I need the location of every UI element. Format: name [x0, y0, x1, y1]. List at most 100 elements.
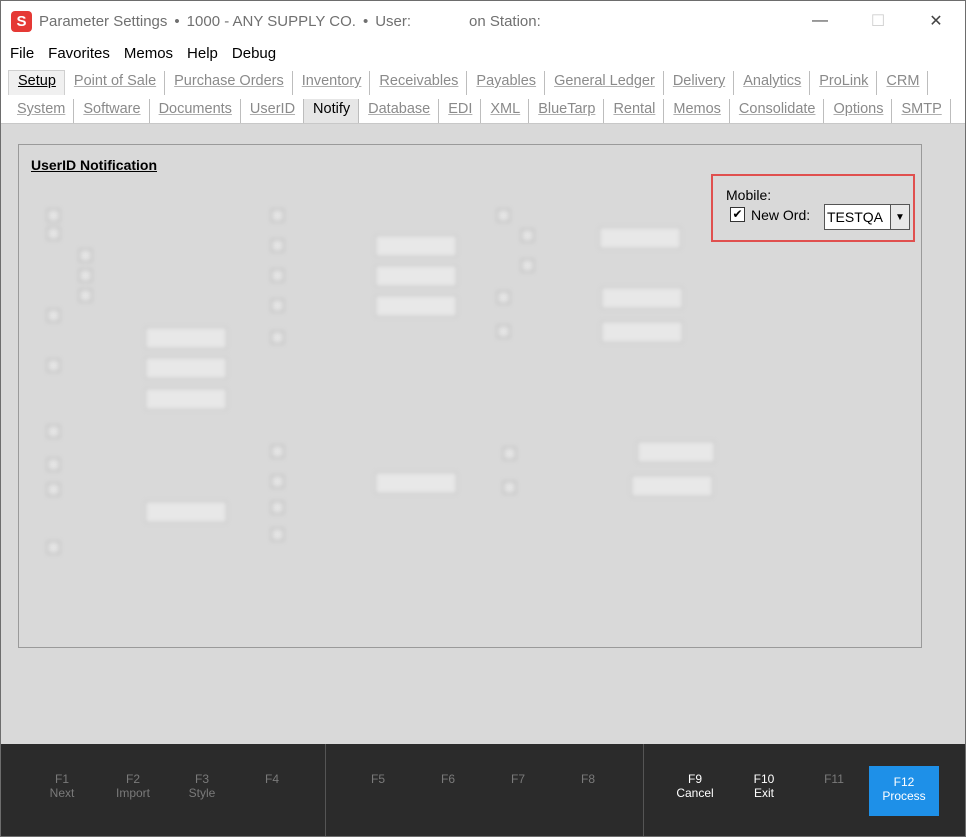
blurred-field: [601, 287, 683, 309]
blurred-field: [145, 357, 227, 379]
tab-receivables[interactable]: Receivables: [370, 71, 468, 95]
f7-button[interactable]: F7: [483, 772, 553, 786]
blurred-checkbox: [47, 458, 60, 471]
blurred-checkbox: [79, 289, 92, 302]
f1-button[interactable]: F1 Next: [27, 772, 97, 800]
blurred-checkbox: [497, 209, 510, 222]
blurred-checkbox: [271, 445, 284, 458]
blurred-field: [145, 388, 227, 410]
blurred-field: [145, 327, 227, 349]
f5-button[interactable]: F5: [343, 772, 413, 786]
subtab-system[interactable]: System: [8, 99, 75, 123]
subtab-database[interactable]: Database: [359, 99, 440, 123]
tab-setup[interactable]: Setup: [8, 70, 65, 95]
subtab-bluetarp[interactable]: BlueTarp: [529, 99, 605, 123]
new-ord-value[interactable]: TESTQA: [825, 205, 890, 229]
blurred-field: [375, 265, 457, 287]
f10-exit-button[interactable]: F10 Exit: [729, 772, 799, 800]
maximize-button[interactable]: ☐: [849, 1, 907, 41]
station-label: on Station:: [469, 12, 541, 30]
blurred-checkbox: [271, 528, 284, 541]
chevron-down-icon[interactable]: ▼: [890, 205, 909, 229]
tab-inventory[interactable]: Inventory: [293, 71, 371, 95]
blurred-checkbox: [79, 249, 92, 262]
blurred-checkbox: [497, 291, 510, 304]
blurred-checkbox: [271, 475, 284, 488]
menu-memos[interactable]: Memos: [115, 45, 178, 62]
blurred-field: [601, 321, 683, 343]
mobile-label: Mobile:: [726, 187, 772, 203]
blurred-checkbox: [47, 541, 60, 554]
menu-file[interactable]: File: [1, 45, 39, 62]
subtab-memos[interactable]: Memos: [664, 99, 730, 123]
title-separator: •: [174, 12, 180, 30]
parameter-settings-window: S Parameter Settings • 1000 - ANY SUPPLY…: [0, 0, 966, 837]
subtab-software[interactable]: Software: [74, 99, 150, 123]
blurred-field: [637, 441, 715, 463]
blurred-checkbox: [271, 239, 284, 252]
f4-button[interactable]: F4: [237, 772, 307, 786]
blurred-checkbox: [271, 209, 284, 222]
blurred-checkbox: [503, 447, 516, 460]
main-tab-bar: Setup Point of Sale Purchase Orders Inve…: [1, 65, 965, 95]
f6-button[interactable]: F6: [413, 772, 483, 786]
tab-prolink[interactable]: ProLink: [810, 71, 878, 95]
tab-delivery[interactable]: Delivery: [664, 71, 735, 95]
blurred-checkbox: [503, 481, 516, 494]
menu-debug[interactable]: Debug: [223, 45, 281, 62]
blurred-checkbox: [79, 269, 92, 282]
subtab-smtp[interactable]: SMTP: [892, 99, 951, 123]
title-bar: S Parameter Settings • 1000 - ANY SUPPLY…: [1, 1, 965, 41]
fkey-separator: [643, 744, 644, 836]
f11-button[interactable]: F11: [799, 772, 869, 786]
menu-help[interactable]: Help: [178, 45, 223, 62]
f9-cancel-button[interactable]: F9 Cancel: [660, 772, 730, 800]
subtab-documents[interactable]: Documents: [150, 99, 241, 123]
f3-button[interactable]: F3 Style: [167, 772, 237, 800]
close-button[interactable]: ✕: [907, 1, 965, 41]
subtab-xml[interactable]: XML: [481, 99, 530, 123]
new-ord-dropdown[interactable]: TESTQA ▼: [824, 204, 910, 230]
blurred-field: [145, 501, 227, 523]
function-key-bar: F1 Next F2 Import F3 Style F4 F5 F6 F7 F8 F…: [1, 744, 965, 836]
tab-payables[interactable]: Payables: [467, 71, 546, 95]
blurred-checkbox: [47, 309, 60, 322]
tab-point-of-sale[interactable]: Point of Sale: [65, 71, 166, 95]
blurred-checkbox: [271, 501, 284, 514]
f12-process-button[interactable]: F12 Process: [869, 766, 939, 816]
subtab-options[interactable]: Options: [824, 99, 893, 123]
blurred-checkbox: [521, 229, 534, 242]
f2-button[interactable]: F2 Import: [98, 772, 168, 800]
subtab-consolidate[interactable]: Consolidate: [730, 99, 825, 123]
app-logo-icon: S: [11, 10, 32, 32]
subtab-edi[interactable]: EDI: [439, 99, 482, 123]
blurred-checkbox: [271, 269, 284, 282]
blurred-field: [375, 295, 457, 317]
blurred-checkbox: [521, 259, 534, 272]
subtab-notify[interactable]: Notify: [304, 99, 360, 123]
tab-crm[interactable]: CRM: [877, 71, 929, 95]
userid-notification-group: UserID Notification Mobile: ✔ New Ord: T…: [18, 144, 922, 648]
user-label: User:: [375, 12, 412, 30]
blurred-field: [375, 235, 457, 257]
tab-general-ledger[interactable]: General Ledger: [545, 71, 664, 95]
sub-tab-bar: System Software Documents UserID Notify …: [1, 95, 965, 124]
subtab-userid[interactable]: UserID: [241, 99, 305, 123]
blurred-checkbox: [271, 299, 284, 312]
blurred-checkbox: [271, 331, 284, 344]
blurred-field: [599, 227, 681, 249]
f8-button[interactable]: F8: [553, 772, 623, 786]
fkey-separator: [325, 744, 326, 836]
minimize-button[interactable]: —: [791, 1, 849, 41]
tab-purchase-orders[interactable]: Purchase Orders: [165, 71, 293, 95]
tab-analytics[interactable]: Analytics: [734, 71, 811, 95]
subtab-rental[interactable]: Rental: [604, 99, 665, 123]
mobile-notification-highlight: Mobile: ✔ New Ord: TESTQA ▼: [711, 174, 915, 242]
new-ord-label: New Ord:: [751, 207, 811, 223]
blurred-checkbox: [497, 325, 510, 338]
menu-bar: File Favorites Memos Help Debug: [1, 41, 965, 65]
menu-favorites[interactable]: Favorites: [39, 45, 115, 62]
blurred-field: [631, 475, 713, 497]
blurred-checkbox: [47, 425, 60, 438]
new-ord-checkbox[interactable]: ✔: [730, 207, 745, 222]
